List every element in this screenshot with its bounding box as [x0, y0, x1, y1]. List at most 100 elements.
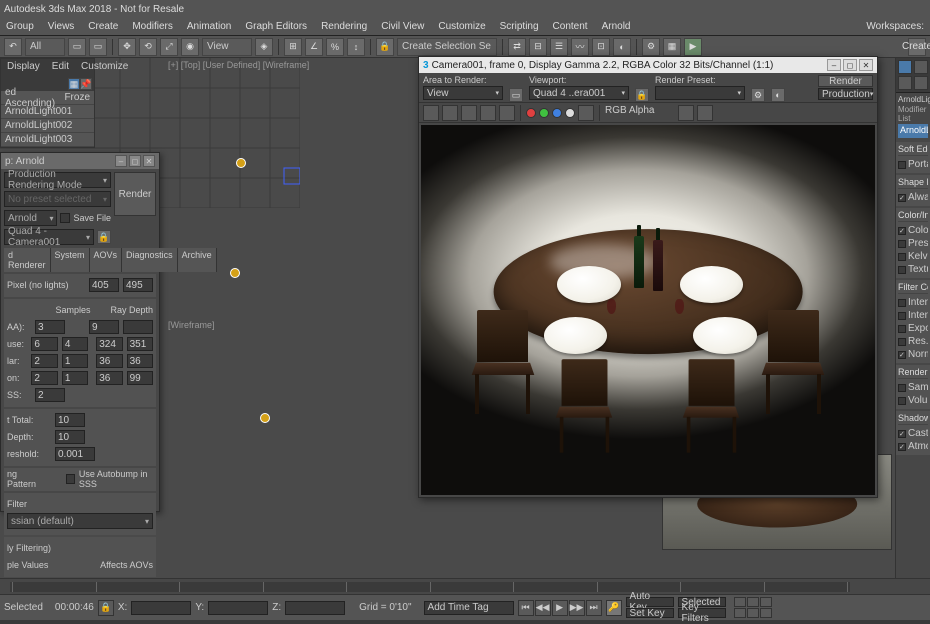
- ray-total[interactable]: 10: [55, 413, 85, 427]
- clone-frame-icon[interactable]: [461, 105, 477, 121]
- scene-item-3[interactable]: ArnoldLight003: [1, 133, 94, 147]
- modifier-stack-item[interactable]: ArnoldLight: [898, 124, 928, 138]
- sss-samples[interactable]: 2: [35, 388, 65, 402]
- overlay-icon[interactable]: [678, 105, 694, 121]
- rfw-lock-icon[interactable]: 🔒: [635, 88, 649, 102]
- spinner-snap[interactable]: ↕: [347, 38, 365, 56]
- menu-graph-editors[interactable]: Graph Editors: [245, 21, 307, 32]
- tab-renderer[interactable]: d Renderer: [4, 248, 51, 272]
- viewport-label-front[interactable]: [Wireframe]: [168, 320, 215, 330]
- menu-animation[interactable]: Animation: [187, 21, 231, 32]
- pivot-button[interactable]: ◈: [255, 38, 273, 56]
- tab-system[interactable]: System: [51, 248, 90, 272]
- setkey-button[interactable]: Set Key: [626, 608, 674, 618]
- render-button[interactable]: ▶: [684, 38, 702, 56]
- render-preset-drop[interactable]: [655, 86, 745, 100]
- percent-snap[interactable]: %: [326, 38, 344, 56]
- select-name-button[interactable]: ▭: [89, 38, 107, 56]
- view-drop[interactable]: Quad 4 - Camera001: [4, 229, 94, 245]
- coord-z-input[interactable]: [285, 601, 345, 615]
- autobump-checkbox[interactable]: [66, 474, 75, 484]
- checkbox[interactable]: [898, 384, 906, 392]
- checkbox[interactable]: [898, 397, 906, 405]
- rollout-header[interactable]: Soft Edge: [898, 144, 928, 156]
- coord-x-input[interactable]: [131, 601, 191, 615]
- zoom-icon[interactable]: [747, 597, 759, 607]
- menu-rendering[interactable]: Rendering: [321, 21, 367, 32]
- scene-sort-header[interactable]: ed Ascending)Froze: [1, 91, 94, 105]
- maximize-icon[interactable]: ◻: [129, 155, 141, 167]
- clear-icon[interactable]: [499, 105, 515, 121]
- material-editor-button[interactable]: ◐: [613, 38, 631, 56]
- preset-drop[interactable]: No preset selected: [4, 191, 111, 207]
- motion-tab-icon[interactable]: [914, 76, 928, 90]
- selection-lock[interactable]: 🔒: [376, 38, 394, 56]
- rollout-header[interactable]: Rendering: [898, 367, 928, 379]
- minimize-icon[interactable]: –: [115, 155, 127, 167]
- create-workspace-button[interactable]: Create: [908, 38, 926, 56]
- menu-create[interactable]: Create: [88, 21, 118, 32]
- render-setup-titlebar[interactable]: p: Arnold – ◻ ✕: [1, 153, 159, 169]
- transmission-samples[interactable]: 2: [31, 371, 57, 385]
- area-edit-icon[interactable]: ▭: [509, 88, 523, 102]
- channel-alpha-icon[interactable]: [565, 108, 575, 118]
- rfw-titlebar[interactable]: 3Camera001, frame 0, Display Gamma 2.2, …: [419, 57, 877, 73]
- time-tag-input[interactable]: Add Time Tag: [424, 601, 514, 615]
- rendered-image-viewport[interactable]: [421, 125, 875, 495]
- play-icon[interactable]: ▶: [552, 600, 568, 616]
- channel-blue-icon[interactable]: [552, 108, 562, 118]
- checkbox[interactable]: [898, 227, 906, 235]
- checkbox[interactable]: [898, 161, 906, 169]
- selection-filter-drop[interactable]: All: [25, 38, 65, 56]
- scene-filter-icon[interactable]: ▦: [68, 78, 80, 90]
- checkbox[interactable]: [898, 430, 906, 438]
- light-gizmo-1[interactable]: [236, 158, 246, 168]
- copy-image-icon[interactable]: [442, 105, 458, 121]
- ref-coord-drop[interactable]: View: [202, 38, 252, 56]
- menu-arnold[interactable]: Arnold: [602, 21, 631, 32]
- scene-tab-customize[interactable]: Customize: [75, 59, 134, 77]
- diffuse-depth[interactable]: 4: [62, 337, 88, 351]
- rollout-header[interactable]: Color/Intensity: [898, 210, 928, 222]
- scene-tab-display[interactable]: Display: [1, 59, 46, 77]
- orbit-icon[interactable]: [734, 608, 746, 618]
- selection-lock-icon[interactable]: 🔒: [98, 600, 114, 616]
- time-slider[interactable]: [0, 578, 930, 594]
- coord-y-input[interactable]: [208, 601, 268, 615]
- key-filters-button[interactable]: Key Filters: [678, 608, 726, 618]
- menu-group[interactable]: Group: [6, 21, 34, 32]
- next-frame-icon[interactable]: ▶▶: [569, 600, 585, 616]
- render-button-panel[interactable]: Render: [114, 172, 156, 216]
- channel-drop[interactable]: RGB Alpha: [605, 105, 675, 121]
- move-button[interactable]: ✥: [118, 38, 136, 56]
- viewport-label-top[interactable]: [+] [Top] [User Defined] [Wireframe]: [168, 60, 309, 70]
- compare-icon[interactable]: [697, 105, 713, 121]
- rotate-button[interactable]: ⟲: [139, 38, 157, 56]
- schematic-button[interactable]: ⊡: [592, 38, 610, 56]
- renderer-drop[interactable]: Arnold: [4, 210, 57, 226]
- tab-archive[interactable]: Archive: [178, 248, 217, 272]
- menu-customize[interactable]: Customize: [438, 21, 485, 32]
- checkbox[interactable]: [898, 325, 906, 333]
- align-button[interactable]: ⊟: [529, 38, 547, 56]
- rfw-minimize-icon[interactable]: –: [827, 59, 841, 71]
- checkbox[interactable]: [898, 312, 906, 320]
- tab-diagnostics[interactable]: Diagnostics: [122, 248, 178, 272]
- rfw-env-icon[interactable]: ◐: [771, 88, 785, 102]
- create-tab-icon[interactable]: [898, 60, 912, 74]
- mirror-button[interactable]: ⇄: [508, 38, 526, 56]
- specular-depth[interactable]: 1: [62, 354, 88, 368]
- rfw-render-button[interactable]: Render: [818, 75, 873, 87]
- checkbox[interactable]: [898, 299, 906, 307]
- checkbox[interactable]: [898, 266, 906, 274]
- zoom-extents-icon[interactable]: [760, 597, 772, 607]
- menu-views[interactable]: Views: [48, 21, 75, 32]
- scene-item-2[interactable]: ArnoldLight002: [1, 119, 94, 133]
- key-mode-icon[interactable]: 🔑: [606, 600, 622, 616]
- menu-modifiers[interactable]: Modifiers: [132, 21, 173, 32]
- modify-tab-icon[interactable]: [914, 60, 928, 74]
- checkbox[interactable]: [898, 338, 906, 346]
- goto-start-icon[interactable]: ⏮: [518, 600, 534, 616]
- rollout-header[interactable]: Filter Color: [898, 282, 928, 294]
- named-selection-drop[interactable]: Create Selection Se: [397, 38, 497, 56]
